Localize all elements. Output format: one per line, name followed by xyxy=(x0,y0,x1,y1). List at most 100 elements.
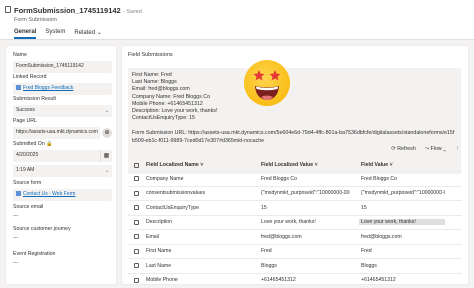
tab-general[interactable]: General xyxy=(14,29,37,39)
cell-name: Mobile Phone xyxy=(146,277,178,284)
submission-url-line: Form Submission URL: https://assets-usa.… xyxy=(132,130,455,144)
refresh-button[interactable]: ⟳ Refresh xyxy=(391,146,415,153)
cell-localized-value: Fred xyxy=(261,248,272,255)
row-checkbox[interactable] xyxy=(133,205,139,211)
record-header: FormSubmission_1745119142 - Saved Form S… xyxy=(0,0,474,40)
row-checkbox[interactable] xyxy=(133,219,139,225)
field-submissions-title: Field Submissions xyxy=(128,52,173,58)
source-form-link[interactable]: Contact Us - Web Form xyxy=(23,191,75,197)
cell-localized-value: Bloggs xyxy=(261,262,277,269)
cell-field-value: {"msdynmkt_purposeid":"10000000-00 xyxy=(361,190,445,197)
lock-icon: 🔒 xyxy=(46,141,53,147)
cell-field-value: Bloggs xyxy=(361,262,377,269)
cell-field-value: Love your work, thanks! xyxy=(359,219,445,226)
linked-record-label: Linked Record xyxy=(13,74,47,80)
saved-status: - Saved xyxy=(122,9,142,15)
source-email-field: Source email --- xyxy=(13,204,112,219)
submission-line: Last Name: Bloggs xyxy=(132,79,177,86)
tab-system[interactable]: System xyxy=(45,29,65,39)
source-journey-field: Source customer journey --- xyxy=(13,226,112,241)
page-url-label: Page URL xyxy=(13,118,37,124)
field-submissions-grid: Field Localized Name ˅ Field Localized V… xyxy=(128,159,462,284)
row-checkbox[interactable] xyxy=(133,277,139,283)
cell-field-value: 15 xyxy=(361,204,367,211)
source-email-label: Source email xyxy=(13,204,44,210)
event-registration-field: Event Registration --- xyxy=(13,251,112,266)
cell-name: Email xyxy=(146,233,159,240)
source-email-value[interactable]: --- xyxy=(13,213,112,219)
table-row[interactable]: Mobile Phone +61465451312 +61465451312 xyxy=(128,274,462,285)
cell-localized-value: Fred Bloggs Co xyxy=(261,175,298,182)
linked-record-lookup[interactable]: Fred Bloggs Feedback xyxy=(13,83,112,95)
general-form-panel: Name FormSubmission_1745119142 Linked Re… xyxy=(6,46,116,284)
submission-result-field: Submission Result Success ⌄ xyxy=(13,96,112,117)
table-row[interactable]: consentsubmissionvalues {"msdynmkt_purpo… xyxy=(128,187,462,201)
page-url-field: Page URL https://assets-usa.mkt.dynamics… xyxy=(13,118,112,139)
cell-localized-value: +61465451312 xyxy=(261,277,296,284)
cell-field-value: fred@bloggs.com xyxy=(361,233,402,240)
cell-field-value: Fred Bloggs Co xyxy=(361,175,398,182)
table-header-row: Field Localized Name ˅ Field Localized V… xyxy=(128,159,462,172)
column-header[interactable]: Field Localized Name ˅ xyxy=(144,162,259,168)
calendar-icon[interactable]: ▦ xyxy=(100,150,112,162)
row-checkbox[interactable] xyxy=(133,190,139,196)
row-checkbox[interactable] xyxy=(133,263,139,269)
event-registration-label: Event Registration xyxy=(13,251,56,257)
submission-line: ContactUsEnquiryType: 15 xyxy=(132,115,196,122)
chevron-down-icon: ⌄ xyxy=(104,108,109,114)
column-header[interactable]: Field Localized Value ˅ xyxy=(259,162,359,168)
page-url-input[interactable]: https://assets-usa.mkt.dynamics.com xyxy=(13,127,100,139)
field-submissions-panel: Field Submissions First Name: Fred Last … xyxy=(122,46,468,284)
form-icon xyxy=(16,191,21,197)
tab-related[interactable]: Related ⌄ xyxy=(74,29,101,39)
source-journey-value[interactable]: --- xyxy=(13,235,112,241)
record-icon xyxy=(5,6,11,13)
globe-icon[interactable]: ⊕ xyxy=(102,128,112,138)
table-row[interactable]: First Name Fred Fred xyxy=(128,245,462,259)
cell-name: Description xyxy=(146,219,172,226)
row-checkbox[interactable] xyxy=(133,176,139,182)
table-row[interactable]: Description Love your work, thanks! Love… xyxy=(128,216,462,230)
cell-field-value: Fred xyxy=(361,248,372,255)
event-registration-value[interactable]: --- xyxy=(13,260,112,266)
source-form-label: Source form xyxy=(13,180,42,186)
submitted-on-time[interactable]: 1:19 AM ⌄ xyxy=(13,165,112,177)
select-all-checkbox[interactable] xyxy=(133,162,139,168)
tab-bar: General System Related ⌄ xyxy=(14,29,102,39)
chevron-down-icon: ⌄ xyxy=(96,30,102,36)
submitted-on-field: Submitted On 🔒 4/20/2025 ▦ 1:19 AM ⌄ xyxy=(13,141,112,177)
table-row[interactable]: Email fred@bloggs.com fred@bloggs.com xyxy=(128,230,462,245)
flow-icon: ⤳ xyxy=(424,146,430,152)
table-row[interactable]: Company Name Fred Bloggs Co Fred Bloggs … xyxy=(128,172,462,187)
record-title: FormSubmission_1745119142 - Saved xyxy=(14,6,142,15)
record-type: Form Submission xyxy=(14,17,57,23)
more-commands-icon[interactable]: ⋮ xyxy=(455,146,460,153)
submission-result-select[interactable]: Success ⌄ xyxy=(13,105,112,117)
sort-icon: ˅ xyxy=(314,162,318,168)
table-commands: ⟳ Refresh ⤳ Flow ⌄ ⋮ xyxy=(391,146,460,153)
submission-line: Email: fred@bloggs.com xyxy=(132,86,190,93)
column-header[interactable]: Field Value ˅ xyxy=(359,162,445,168)
cell-localized-value: Love your work, thanks! xyxy=(261,219,316,226)
linked-record-link[interactable]: Fred Bloggs Feedback xyxy=(23,85,73,91)
cell-localized-value: {"msdynmkt_purposeid":"10000000-00 xyxy=(261,190,350,197)
table-row[interactable]: Last Name Bloggs Bloggs xyxy=(128,259,462,274)
submission-line: Description: Love your work, thanks! xyxy=(132,108,218,115)
record-icon xyxy=(16,85,21,91)
cell-field-value: +61465451312 xyxy=(361,277,396,284)
source-form-field: Source form Contact Us - Web Form xyxy=(13,180,112,201)
name-input[interactable]: FormSubmission_1745119142 xyxy=(13,61,112,73)
source-form-lookup[interactable]: Contact Us - Web Form xyxy=(13,189,112,201)
row-checkbox[interactable] xyxy=(133,234,139,240)
submission-line: Mobile Phone: +61465451312 xyxy=(132,100,203,107)
table-row[interactable]: ContactUsEnquiryType 15 15 xyxy=(128,201,462,216)
submitted-on-label: Submitted On 🔒 xyxy=(13,141,53,147)
cell-name: consentsubmissionvalues xyxy=(146,190,206,197)
row-checkbox[interactable] xyxy=(133,248,139,254)
flow-button[interactable]: ⤳ Flow ⌄ xyxy=(425,146,446,153)
cell-localized-value: 15 xyxy=(261,204,267,211)
refresh-icon: ⟳ xyxy=(391,146,396,152)
cell-localized-value: fred@bloggs.com xyxy=(261,233,302,240)
submitted-on-date[interactable]: 4/20/2025 ▦ xyxy=(13,150,112,162)
star-struck-emoji-icon xyxy=(244,60,290,106)
